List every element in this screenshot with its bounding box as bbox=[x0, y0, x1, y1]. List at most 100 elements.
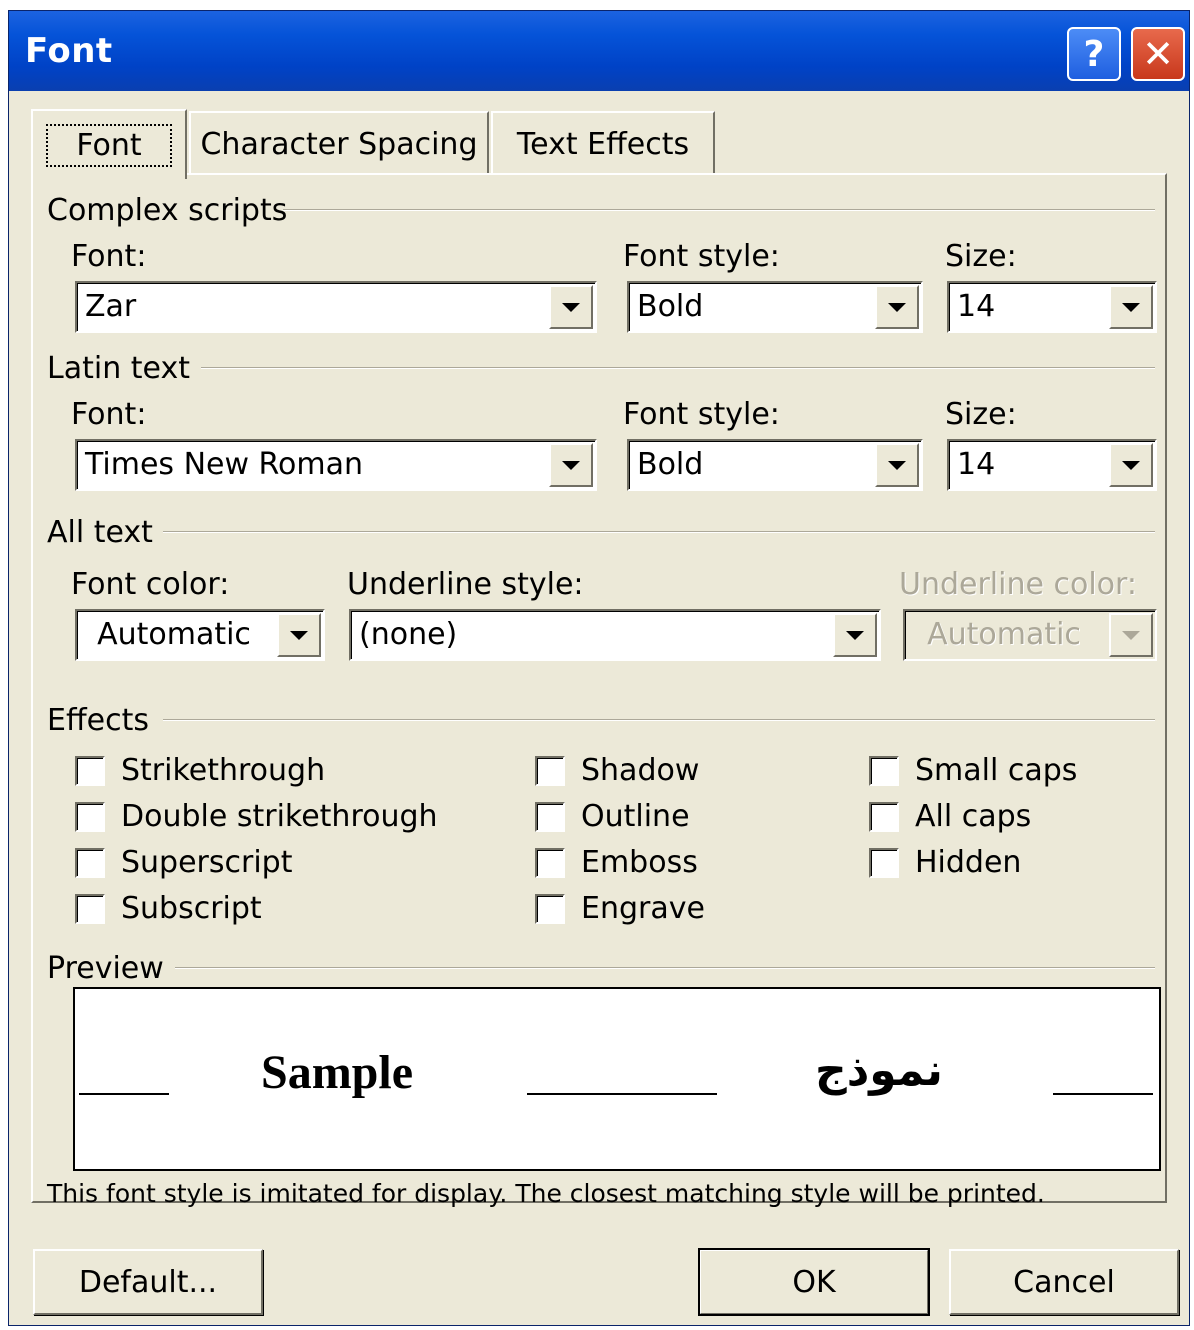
complex-font-label: Font: bbox=[71, 239, 147, 274]
strikethrough-label: Strikethrough bbox=[121, 753, 326, 788]
latin-text-heading: Latin text bbox=[47, 351, 190, 386]
latin-size-value: 14 bbox=[957, 447, 996, 482]
hidden-checkbox[interactable]: Hidden bbox=[869, 845, 1021, 880]
engrave-checkbox[interactable]: Engrave bbox=[535, 891, 705, 926]
all-text-heading: All text bbox=[47, 515, 153, 550]
underline-color-dropdown-button bbox=[1109, 613, 1153, 657]
checkbox-box[interactable] bbox=[869, 755, 899, 786]
emboss-checkbox[interactable]: Emboss bbox=[535, 845, 698, 880]
latin-size-dropdown-button[interactable] bbox=[1109, 443, 1153, 487]
complex-style-label: Font style: bbox=[623, 239, 780, 274]
outline-label: Outline bbox=[581, 799, 690, 834]
latin-size-combo[interactable]: 14 bbox=[947, 439, 1157, 491]
chevron-down-icon bbox=[1122, 630, 1140, 640]
underline-style-value: (none) bbox=[359, 617, 458, 652]
preview-heading: Preview bbox=[47, 951, 164, 986]
checkbox-box[interactable] bbox=[535, 801, 565, 832]
font-color-label: Font color: bbox=[71, 567, 230, 602]
font-color-dropdown-button[interactable] bbox=[277, 613, 321, 657]
underline-color-label: Underline color: bbox=[899, 567, 1137, 602]
superscript-label: Superscript bbox=[121, 845, 293, 880]
tab-character-spacing[interactable]: Character Spacing bbox=[189, 111, 489, 175]
preview-note: This font style is imitated for display.… bbox=[47, 1179, 1045, 1208]
complex-size-label: Size: bbox=[945, 239, 1017, 274]
complex-size-combo[interactable]: 14 bbox=[947, 281, 1157, 333]
default-button[interactable]: Default... bbox=[33, 1249, 263, 1315]
chevron-down-icon bbox=[888, 460, 906, 470]
latin-font-label: Font: bbox=[71, 397, 147, 432]
latin-font-dropdown-button[interactable] bbox=[549, 443, 593, 487]
complex-style-combo[interactable]: Bold bbox=[627, 281, 923, 333]
shadow-label: Shadow bbox=[581, 753, 700, 788]
checkbox-box[interactable] bbox=[869, 847, 899, 878]
help-button[interactable]: ? bbox=[1067, 27, 1121, 81]
strikethrough-checkbox[interactable]: Strikethrough bbox=[75, 753, 325, 788]
tab-font-label: Font bbox=[46, 123, 172, 167]
chevron-down-icon bbox=[562, 460, 580, 470]
preview-divider bbox=[175, 967, 1155, 969]
help-icon: ? bbox=[1083, 33, 1105, 75]
chevron-down-icon bbox=[562, 302, 580, 312]
checkbox-box[interactable] bbox=[75, 893, 105, 924]
underline-style-combo[interactable]: (none) bbox=[349, 609, 881, 661]
double-strikethrough-checkbox[interactable]: Double strikethrough bbox=[75, 799, 438, 834]
cancel-button[interactable]: Cancel bbox=[949, 1249, 1179, 1315]
complex-font-combo[interactable]: Zar bbox=[75, 281, 597, 333]
latin-style-label: Font style: bbox=[623, 397, 780, 432]
all-caps-label: All caps bbox=[915, 799, 1032, 834]
preview-complex-sample: نموذج bbox=[815, 1045, 943, 1096]
title-bar[interactable]: Font ? ✕ bbox=[9, 11, 1189, 91]
superscript-checkbox[interactable]: Superscript bbox=[75, 845, 293, 880]
effects-divider bbox=[163, 719, 1155, 721]
checkbox-box[interactable] bbox=[75, 847, 105, 878]
tab-text-effects-label: Text Effects bbox=[516, 126, 690, 162]
complex-size-value: 14 bbox=[957, 289, 996, 324]
checkbox-box[interactable] bbox=[535, 893, 565, 924]
checkbox-box[interactable] bbox=[75, 801, 105, 832]
chevron-down-icon bbox=[888, 302, 906, 312]
checkbox-box[interactable] bbox=[869, 801, 899, 832]
complex-font-dropdown-button[interactable] bbox=[549, 285, 593, 329]
subscript-label: Subscript bbox=[121, 891, 262, 926]
latin-font-combo[interactable]: Times New Roman bbox=[75, 439, 597, 491]
checkbox-box[interactable] bbox=[535, 847, 565, 878]
close-button[interactable]: ✕ bbox=[1131, 27, 1185, 81]
complex-scripts-divider bbox=[283, 209, 1155, 211]
font-color-value: Automatic bbox=[97, 617, 251, 652]
underline-style-label: Underline style: bbox=[347, 567, 584, 602]
complex-scripts-heading: Complex scripts bbox=[47, 193, 288, 228]
latin-style-combo[interactable]: Bold bbox=[627, 439, 923, 491]
emboss-label: Emboss bbox=[581, 845, 698, 880]
latin-style-value: Bold bbox=[637, 447, 704, 482]
checkbox-box[interactable] bbox=[75, 755, 105, 786]
latin-font-value: Times New Roman bbox=[85, 447, 364, 482]
checkbox-box[interactable] bbox=[535, 755, 565, 786]
complex-size-dropdown-button[interactable] bbox=[1109, 285, 1153, 329]
underline-style-dropdown-button[interactable] bbox=[833, 613, 877, 657]
complex-font-value: Zar bbox=[85, 289, 137, 324]
tab-font[interactable]: Font bbox=[31, 109, 187, 179]
latin-size-label: Size: bbox=[945, 397, 1017, 432]
effects-heading: Effects bbox=[47, 703, 149, 738]
dialog-title: Font bbox=[25, 31, 113, 71]
chevron-down-icon bbox=[290, 630, 308, 640]
tab-character-spacing-label: Character Spacing bbox=[200, 126, 478, 162]
tab-text-effects[interactable]: Text Effects bbox=[491, 111, 715, 175]
preview-box: Sample نموذج bbox=[73, 987, 1161, 1171]
outline-checkbox[interactable]: Outline bbox=[535, 799, 690, 834]
double-strikethrough-label: Double strikethrough bbox=[121, 799, 438, 834]
engrave-label: Engrave bbox=[581, 891, 705, 926]
latin-style-dropdown-button[interactable] bbox=[875, 443, 919, 487]
shadow-checkbox[interactable]: Shadow bbox=[535, 753, 699, 788]
subscript-checkbox[interactable]: Subscript bbox=[75, 891, 262, 926]
font-dialog: Font ? ✕ Font Character Spacing Text Eff… bbox=[8, 10, 1190, 1326]
ok-button[interactable]: OK bbox=[698, 1248, 930, 1316]
close-icon: ✕ bbox=[1142, 32, 1174, 76]
font-color-combo[interactable]: Automatic bbox=[75, 609, 325, 661]
underline-color-combo: Automatic bbox=[903, 609, 1157, 661]
latin-text-divider bbox=[201, 367, 1155, 369]
chevron-down-icon bbox=[846, 630, 864, 640]
complex-style-dropdown-button[interactable] bbox=[875, 285, 919, 329]
all-caps-checkbox[interactable]: All caps bbox=[869, 799, 1031, 834]
small-caps-checkbox[interactable]: Small caps bbox=[869, 753, 1077, 788]
